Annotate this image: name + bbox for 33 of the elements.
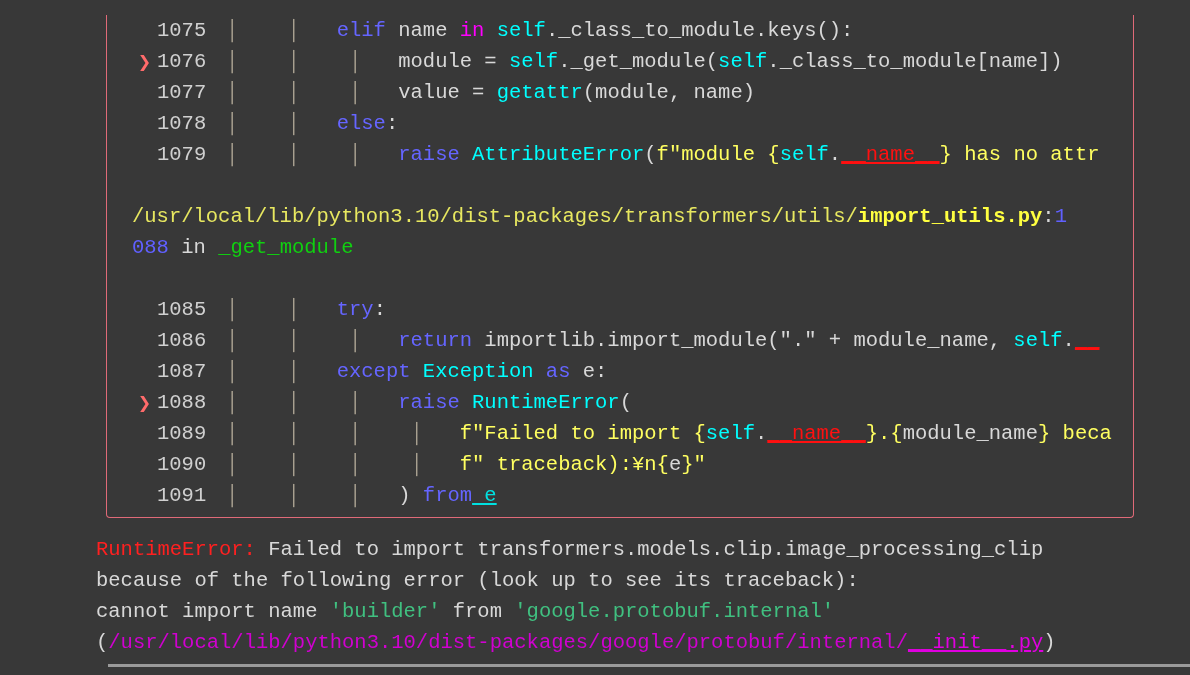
line-number: 1086 <box>157 328 208 354</box>
file-location: /usr/local/lib/python3.10/dist-packages/transformers/utils/import_utils.py:1 <box>132 204 1067 230</box>
file-location: 088 in _get_module <box>132 235 354 261</box>
line-number: 1090 <box>157 452 208 478</box>
line-number: 1077 <box>157 80 208 106</box>
error-message: cannot import name 'builder' from 'google.protobuf.internal' <box>96 599 836 625</box>
error-message: RuntimeError: Failed to import transformers.models.clip.image_processing_clip <box>96 537 1045 563</box>
code-line: │ │ │ raise RuntimeError( <box>226 390 632 417</box>
code-line: │ │ │ │ f" traceback):¥n{e}" <box>226 452 706 479</box>
line-number: 1079 <box>157 142 208 168</box>
line-number: 1087 <box>157 359 208 385</box>
code-line: │ │ try: <box>226 297 386 324</box>
error-message: because of the following error (look up to see its traceback): <box>96 568 860 594</box>
line-number: 1085 <box>157 297 208 323</box>
line-number: 1091 <box>157 483 208 509</box>
line-number: 1088 <box>157 390 208 416</box>
code-line: │ │ else: <box>226 111 399 138</box>
code-line: │ │ │ value = getattr(module, name) <box>226 80 755 107</box>
code-line: │ │ │ ) from e <box>226 483 497 510</box>
code-line: │ │ │ module = self._get_module(self._class_to_module[name]) <box>226 49 1063 76</box>
code-line: │ │ except Exception as e: <box>226 359 608 386</box>
line-number: 1076 <box>157 49 208 75</box>
current-line-marker: ❯ <box>137 392 152 414</box>
line-number: 1075 <box>157 18 208 44</box>
code-line: │ │ elif name in self._class_to_module.keys(): <box>226 18 854 45</box>
code-line: │ │ │ │ f"Failed to import {self.__name__}.{module_name} beca <box>226 421 1112 448</box>
code-line: │ │ │ raise AttributeError(f"module {self.__name__} has no attr <box>226 142 1100 169</box>
line-number: 1089 <box>157 421 208 447</box>
scrollbar[interactable] <box>108 664 1190 667</box>
code-line: │ │ │ return importlib.import_module("." + module_name, self.__ <box>226 328 1100 355</box>
error-message: (/usr/local/lib/python3.10/dist-packages/google/protobuf/internal/__init__.py) <box>96 630 1057 656</box>
current-line-marker: ❯ <box>137 51 152 73</box>
line-number: 1078 <box>157 111 208 137</box>
